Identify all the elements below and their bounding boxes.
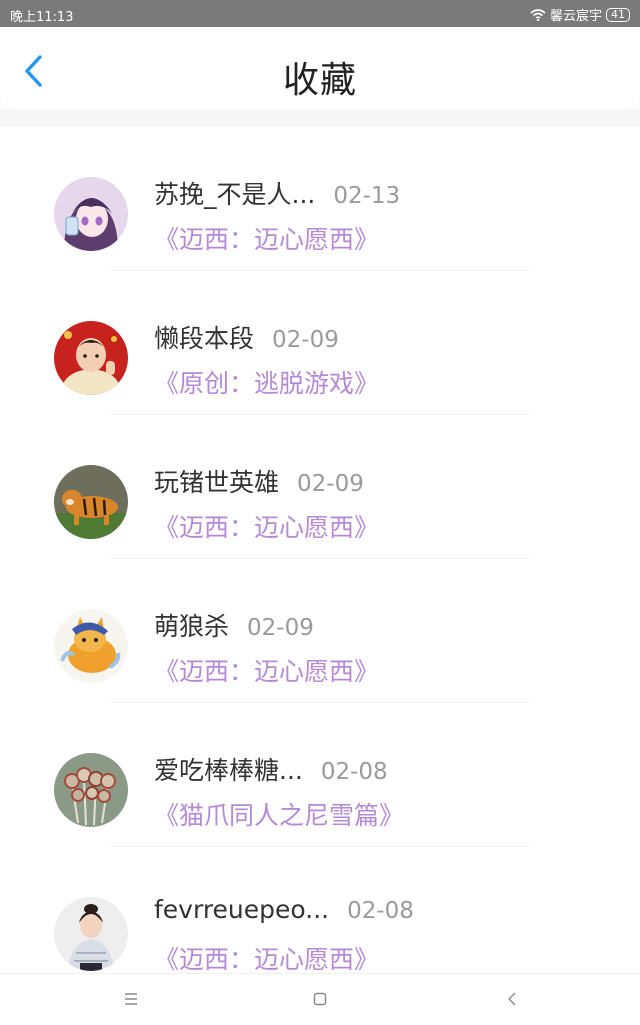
wifi-icon bbox=[530, 8, 546, 21]
author-line: 懒段本段 02-09 bbox=[154, 319, 339, 355]
author-line: fevrreuepeo... 02-08 bbox=[154, 895, 414, 924]
menu-icon bbox=[116, 986, 146, 1012]
battery-indicator: 41 bbox=[606, 7, 630, 22]
back-icon bbox=[497, 986, 527, 1012]
status-time: 晚上11:13 bbox=[10, 10, 74, 25]
status-bar: 晚上11:13 馨云宸宇 41 bbox=[0, 0, 640, 27]
favorites-list: 苏挽_不是人... 02-13 《迈西：迈心愿西》 懒段本段 02-09 《原创… bbox=[0, 127, 640, 973]
item-date: 02-08 bbox=[347, 898, 414, 924]
list-item[interactable]: 萌狼杀 02-09 《迈西：迈心愿西》 bbox=[0, 559, 640, 703]
author-line: 爱吃棒棒糖... 02-08 bbox=[154, 751, 388, 787]
list-item[interactable]: 苏挽_不是人... 02-13 《迈西：迈心愿西》 bbox=[0, 127, 640, 271]
author-line: 萌狼杀 02-09 bbox=[154, 607, 314, 643]
item-date: 02-09 bbox=[297, 471, 364, 497]
author-name[interactable]: 苏挽_不是人... bbox=[154, 175, 315, 211]
author-name[interactable]: 爱吃棒棒糖... bbox=[154, 751, 303, 787]
avatar bbox=[54, 465, 128, 539]
menu-button[interactable] bbox=[116, 986, 146, 1012]
avatar bbox=[54, 177, 128, 251]
status-right: 馨云宸宇 41 bbox=[530, 5, 630, 24]
item-date: 02-08 bbox=[320, 759, 388, 785]
carrier-name: 馨云宸宇 bbox=[549, 9, 602, 24]
author-name[interactable]: 懒段本段 bbox=[154, 319, 254, 355]
author-line: 苏挽_不是人... 02-13 bbox=[154, 175, 400, 211]
avatar bbox=[54, 897, 128, 971]
author-line: 玩锗世英雄 02-09 bbox=[154, 463, 364, 499]
item-date: 02-13 bbox=[333, 183, 401, 209]
work-title[interactable]: 《迈西：迈心愿西》 bbox=[154, 652, 379, 688]
work-title[interactable]: 《猫爪同人之尼雪篇》 bbox=[154, 796, 404, 832]
list-item[interactable]: 玩锗世英雄 02-09 《迈西：迈心愿西》 bbox=[0, 415, 640, 559]
author-name[interactable]: fevrreuepeo... bbox=[154, 895, 329, 924]
work-title[interactable]: 《迈西：迈心愿西》 bbox=[154, 220, 379, 256]
list-item[interactable]: 懒段本段 02-09 《原创：逃脱游戏》 bbox=[0, 271, 640, 415]
system-nav-bar bbox=[0, 973, 640, 1025]
work-title[interactable]: 《迈西：迈心愿西》 bbox=[154, 940, 379, 973]
page-title: 收藏 bbox=[282, 60, 357, 101]
list-item[interactable]: 爱吃棒棒糖... 02-08 《猫爪同人之尼雪篇》 bbox=[0, 703, 640, 847]
header: 收藏 bbox=[0, 27, 640, 109]
system-back-button[interactable] bbox=[497, 986, 527, 1012]
home-button[interactable] bbox=[305, 986, 335, 1012]
header-divider bbox=[0, 109, 640, 127]
avatar bbox=[54, 321, 128, 395]
home-icon bbox=[305, 986, 335, 1012]
item-date: 02-09 bbox=[247, 615, 314, 641]
work-title[interactable]: 《原创：逃脱游戏》 bbox=[154, 364, 379, 400]
author-name[interactable]: 萌狼杀 bbox=[154, 607, 229, 643]
avatar bbox=[54, 609, 128, 683]
work-title[interactable]: 《迈西：迈心愿西》 bbox=[154, 508, 379, 544]
avatar bbox=[54, 753, 128, 827]
item-date: 02-09 bbox=[272, 327, 339, 353]
author-name[interactable]: 玩锗世英雄 bbox=[154, 463, 279, 499]
list-item[interactable]: fevrreuepeo... 02-08 《迈西：迈心愿西》 bbox=[0, 847, 640, 973]
